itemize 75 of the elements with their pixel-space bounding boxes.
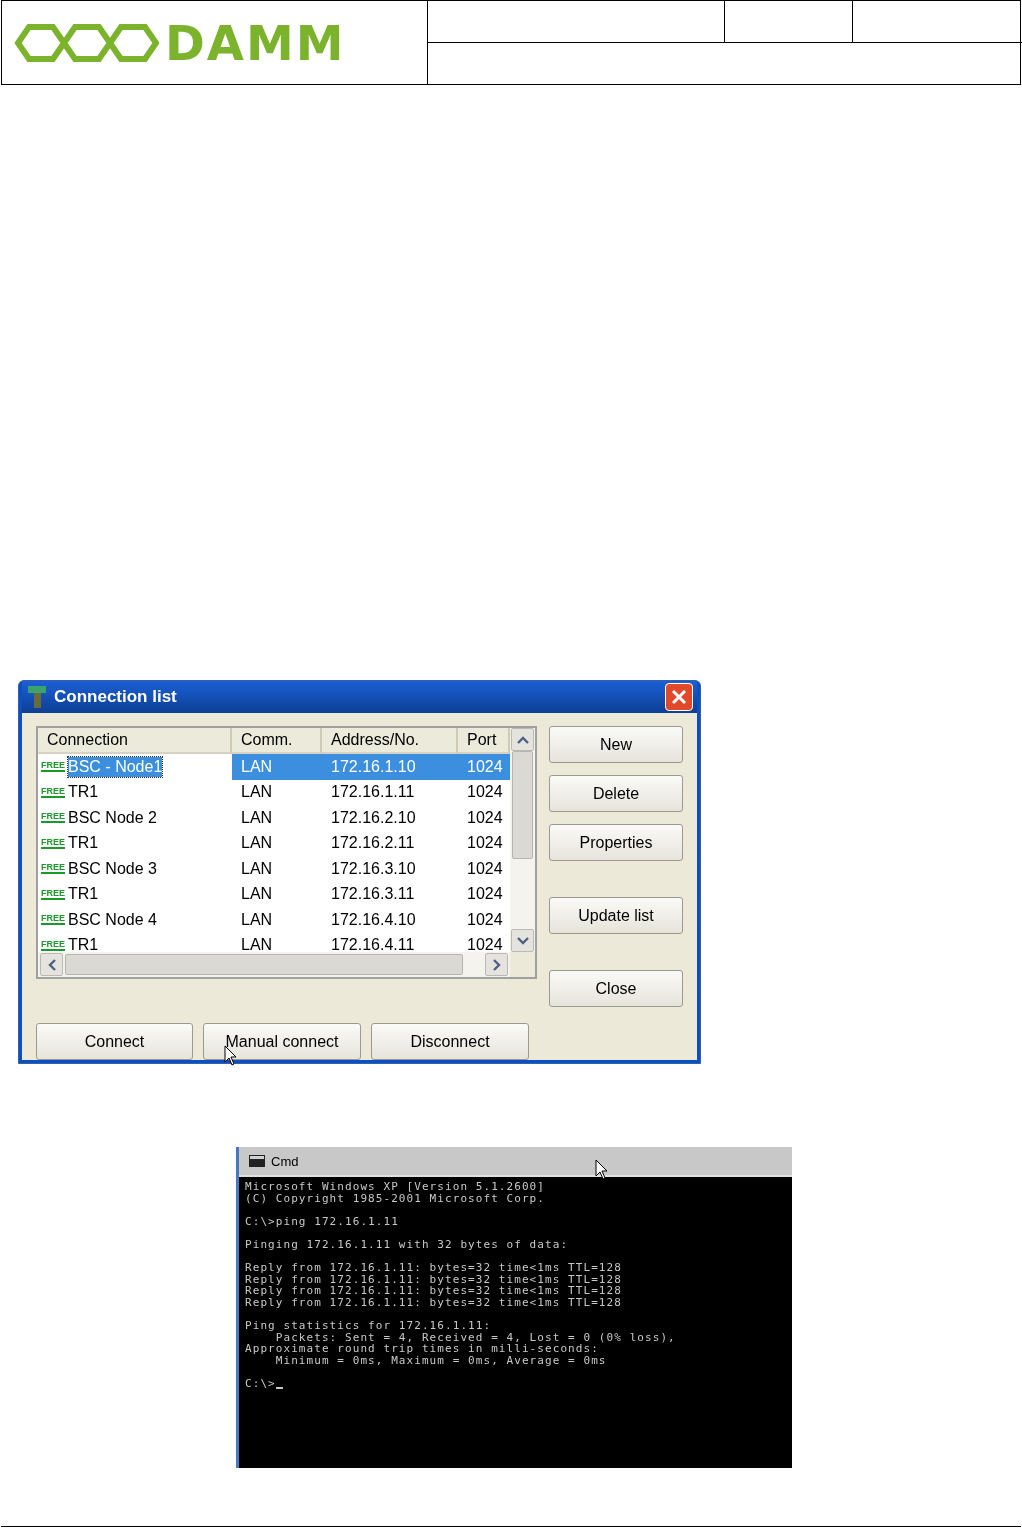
console-prompt: C:\> [245,1378,276,1390]
scroll-thumb[interactable] [65,954,463,975]
table-cell-text: LAN [240,884,274,905]
table-cell-text: 1024 [466,935,504,952]
table-cell-text: LAN [240,858,274,879]
hexagon-logo-icon [14,22,159,64]
horizontal-scrollbar[interactable] [38,952,510,977]
caret-down-icon [516,936,529,945]
close-button[interactable] [665,683,693,711]
table-cell-text: 1024 [466,858,504,879]
tool-icon [26,684,48,710]
table-cell: 172.16.1.10 [322,754,458,780]
dialog-button[interactable]: Update list [549,897,683,934]
table-cell-text: 1024 [466,833,504,854]
dialog-button[interactable]: Delete [549,775,683,812]
vertical-scrollbar[interactable] [510,728,535,952]
dialog-button[interactable]: Close [549,970,683,1007]
table-cell-text: 172.16.4.11 [330,935,416,952]
console-line: Microsoft Windows XP [Version 5.1.2600] [245,1181,546,1193]
dialog-button[interactable]: Manual connect [203,1023,361,1060]
table-cell-text: LAN [240,935,274,952]
caret-left-icon [47,958,56,971]
console-line: Approximate round trip times in milli-seconds: [245,1343,600,1355]
mouse-pointer-icon [224,1045,238,1067]
table-cell-text: 1024 [466,884,504,905]
table-cell-text: 172.16.2.11 [330,833,416,854]
table-cell-text: 172.16.3.11 [330,884,416,905]
console-line: Packets: Sent = 4, Received = 4, Lost = 0 (0% loss), [274,1331,677,1344]
connection-name[interactable]: TR1 [68,833,99,854]
connection-name[interactable]: TR1 [68,782,99,803]
table-cell-text: 1024 [466,807,504,828]
dialog-button[interactable]: New [549,726,683,763]
table-cell-text: LAN [240,833,274,854]
console-line: Reply from 172.16.1.11: bytes=32 time<1ms TTL=128 [245,1262,623,1274]
connection-name[interactable]: TR1 [68,935,99,952]
table-cell-text: 1024 [466,909,504,930]
column-header[interactable]: Port [458,728,510,754]
connection-name[interactable]: BSC Node 4 [68,909,157,930]
console-line: Minimum = 0ms, Maximum = 0ms, Average = 0ms [275,1354,608,1367]
connection-name[interactable]: BSC Node 3 [68,858,157,879]
window-title: Connection list [54,687,177,707]
column-header[interactable]: Address/No. [322,728,458,754]
table-cell-text: 172.16.4.10 [330,909,417,930]
console-line: Reply from 172.16.1.11: bytes=32 time<1ms TTL=128 [245,1296,623,1309]
table-cell-text: LAN [240,782,274,803]
column-header[interactable]: Comm. [232,728,322,754]
table-cell-text: LAN [240,909,274,930]
table-cell: LAN [232,754,322,780]
connection-name[interactable]: BSC Node 2 [68,807,157,828]
console-line: Pinging 172.16.1.11 with 32 bytes of data: [245,1238,570,1251]
table-cell-text: 172.16.3.10 [330,858,417,879]
column-header[interactable]: Connection [38,728,232,754]
table-cell: 1024 [458,754,510,780]
scrollbar-corner [510,952,535,977]
logo-text: DAMM [165,19,346,67]
dialog-button[interactable]: Disconnect [371,1023,529,1060]
connection-name[interactable]: TR1 [68,884,99,905]
dialog-button[interactable]: Properties [549,824,683,861]
console-line: (C) Copyright 1985-2001 Microsoft Corp. [245,1192,546,1205]
table-cell-text: LAN [240,807,274,828]
close-icon [671,689,687,705]
table-cell-text: 172.16.2.10 [330,807,417,828]
console-line: C:\>ping 172.16.1.11 [245,1215,400,1228]
console-icon [249,1155,265,1167]
scroll-thumb[interactable] [512,751,533,859]
window-title: Cmd [271,1153,299,1169]
console-line: Reply from 172.16.1.11: bytes=32 time<1ms TTL=128 [245,1273,623,1286]
console-line: Ping statistics for 172.16.1.11: [245,1320,493,1332]
console-line: Reply from 172.16.1.11: bytes=32 time<1ms TTL=128 [245,1285,623,1297]
table-cell-text: 172.16.1.11 [330,782,416,803]
dialog-button[interactable]: Connect [36,1023,193,1060]
table-cell-text: 1024 [466,782,504,803]
text-cursor-icon [275,1386,283,1389]
caret-up-icon [516,735,529,744]
caret-right-icon [492,958,501,971]
